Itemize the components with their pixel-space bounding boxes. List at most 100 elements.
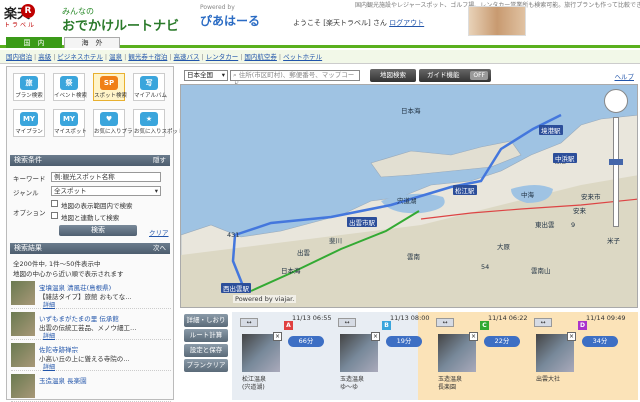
- genre-select[interactable]: 全スポット ▾: [51, 186, 161, 196]
- sidebar-item-event-search[interactable]: 祭イベント検索: [53, 73, 87, 101]
- result-item[interactable]: 玉造温泉 長楽園: [11, 372, 171, 402]
- sidebar-item-my-plan[interactable]: MY マイプラン: [13, 109, 45, 137]
- plan-clear-button[interactable]: プランクリア: [184, 359, 228, 372]
- zoom-slider-knob[interactable]: [609, 159, 623, 165]
- result-item[interactable]: 宝墳温泉 清風荘(島根県) 【雑誌タイプ】旅館 おもてな… 詳細: [11, 279, 171, 309]
- travel-time[interactable]: 34分: [582, 336, 618, 347]
- region-select[interactable]: 日本全国 ▾: [184, 70, 228, 81]
- help-link[interactable]: ヘルプ: [615, 71, 635, 81]
- map-label-place: 雲南: [407, 253, 420, 261]
- service-link[interactable]: 高速バス: [174, 53, 200, 61]
- option-map-range-checkbox[interactable]: [51, 200, 58, 207]
- sidebar-item-my-spot[interactable]: MY マイスポット: [53, 109, 87, 137]
- plan-search-icon: 旅: [20, 76, 38, 90]
- address-search-input[interactable]: ⌕ 住所(市区町村)、郵便番号、マップコード: [230, 70, 360, 88]
- clear-link[interactable]: クリア: [149, 227, 169, 237]
- marker-pin-icon: B: [382, 321, 391, 330]
- settings-save-button[interactable]: 設定と保存: [184, 344, 228, 357]
- result-thumbnail[interactable]: [11, 312, 35, 336]
- sidebar-item-spot-search[interactable]: SP スポット検索: [93, 73, 127, 101]
- map-label-place: 斐川: [329, 237, 342, 245]
- service-link[interactable]: 国内航空券: [244, 53, 277, 61]
- map-label-place: 大原: [497, 243, 510, 251]
- close-icon[interactable]: ×: [273, 332, 282, 341]
- station-label[interactable]: 中浜駅: [553, 153, 577, 163]
- pan-control[interactable]: [604, 89, 628, 113]
- zoom-slider[interactable]: [613, 117, 619, 227]
- service-link[interactable]: ペットホテル: [283, 53, 322, 61]
- result-item[interactable]: 佐陀寺跡禅宗 小高い丘の上に聳える寺院の… 詳細: [11, 341, 171, 371]
- favorite-plan-icon: ♥: [100, 112, 118, 126]
- station-label[interactable]: 境港駅: [539, 125, 563, 135]
- zoom-control[interactable]: [603, 89, 629, 239]
- sidebar-item-favorite-plan[interactable]: ♥ お気に入りプラン: [93, 109, 138, 137]
- spot-label[interactable]: 出雲大社: [536, 374, 560, 383]
- result-thumbnail[interactable]: [11, 343, 35, 367]
- move-arrow-icon[interactable]: ↔: [534, 318, 552, 327]
- result-name[interactable]: 玉造温泉 長楽園: [39, 375, 169, 385]
- service-link[interactable]: 高級: [38, 53, 51, 61]
- map-powered-by: Powered by viajar.: [233, 295, 297, 303]
- logout-link[interactable]: ログアウト: [389, 19, 424, 27]
- sidebar: 旅プラン検索祭イベント検索 SP スポット検索写マイアルバム MY マイプラン MY マイス…: [6, 66, 184, 402]
- leg-time: 11/14 06:22: [488, 314, 528, 322]
- tab-domestic[interactable]: 国 内: [6, 37, 62, 48]
- detail-bookmark-button[interactable]: 詳細・しおり: [184, 314, 228, 327]
- option-map-sync-label: 地図と連動して検索: [61, 214, 120, 222]
- move-arrow-icon[interactable]: ↔: [338, 318, 356, 327]
- region-tabs: 国 内 海 外: [0, 36, 640, 48]
- result-thumbnail[interactable]: [11, 374, 35, 398]
- service-link[interactable]: 国内宿泊: [6, 53, 32, 61]
- move-arrow-icon[interactable]: ↔: [240, 318, 258, 327]
- close-icon[interactable]: ×: [371, 332, 380, 341]
- guide-toggle[interactable]: ガイド機能 OFF: [419, 69, 491, 82]
- welcome-prefix: ようこそ: [293, 19, 321, 27]
- search-results-header: 検索結果 次へ: [10, 243, 170, 254]
- sidebar-item-plan-search[interactable]: 旅プラン検索: [13, 73, 45, 101]
- result-detail-link[interactable]: 詳細: [43, 300, 55, 309]
- service-links: 国内宿泊 | 高級 | ビジネスホテル | 温泉 | 観光券＋宿泊 | 高速バス | レンタカー | 国内航…: [0, 50, 640, 64]
- service-link[interactable]: 観光券＋宿泊: [128, 53, 167, 61]
- close-icon[interactable]: ×: [567, 332, 576, 341]
- tab-overseas[interactable]: 海 外: [64, 37, 120, 48]
- travel-time[interactable]: 22分: [484, 336, 520, 347]
- result-item[interactable]: いずもまがたまの里 伝承館 出雲の伝統工芸品、メノウ細工… 詳細: [11, 310, 171, 340]
- result-detail-link[interactable]: 詳細: [43, 331, 55, 340]
- logo-sub: トラベル: [4, 22, 37, 29]
- station-label[interactable]: 西出雲駅: [221, 283, 251, 293]
- result-order-note: 地図の中心から近い順で表示されます: [13, 270, 124, 278]
- service-link[interactable]: 温泉: [109, 53, 122, 61]
- service-link[interactable]: レンタカー: [206, 53, 239, 61]
- service-link[interactable]: ビジネスホテル: [57, 53, 103, 61]
- map-label-sea: 日本海: [281, 267, 301, 275]
- station-label[interactable]: 出雲市駅: [347, 217, 377, 227]
- my-spot-icon: MY: [60, 112, 78, 126]
- result-detail-link[interactable]: 詳細: [43, 362, 55, 371]
- keyword-input[interactable]: 例:観光スポット名称: [51, 172, 161, 182]
- spot-search-icon: SP: [100, 76, 118, 90]
- link-separator: |: [201, 53, 204, 61]
- link-separator: |: [124, 53, 127, 61]
- map-label-sea: 日本海: [401, 107, 421, 115]
- result-thumbnail[interactable]: [11, 281, 35, 305]
- station-label[interactable]: 松江駅: [453, 185, 477, 195]
- rakuten-travel-logo[interactable]: 楽天 R トラベル: [4, 3, 54, 33]
- travel-time[interactable]: 19分: [386, 336, 422, 347]
- map-search-button[interactable]: 地図検索: [370, 69, 416, 82]
- next-results-link[interactable]: 次へ: [153, 243, 166, 254]
- search-button[interactable]: 検索: [59, 225, 137, 236]
- travel-time[interactable]: 66分: [288, 336, 324, 347]
- result-description: 出雲の伝統工芸品、メノウ細工…: [39, 324, 137, 332]
- sidebar-item-my-album[interactable]: 写マイアルバム: [133, 73, 167, 101]
- route-map[interactable]: 日本海 日本海 宍道湖 中海 境港 米子 安来 出雲 雲南 斐川 大原 雲南山 …: [180, 84, 638, 308]
- close-icon[interactable]: ×: [469, 332, 478, 341]
- option-map-sync-checkbox[interactable]: [51, 212, 58, 219]
- genre-label: ジャンル: [13, 189, 39, 197]
- sidebar-item-favorite-spot[interactable]: ★ お気に入りスポット: [133, 109, 184, 137]
- partner-logo[interactable]: ぴあはーる: [200, 12, 260, 29]
- move-arrow-icon[interactable]: ↔: [436, 318, 454, 327]
- route-calc-button[interactable]: ルート計算: [184, 329, 228, 342]
- site-title[interactable]: おでかけルートナビ: [62, 15, 179, 34]
- sidebar-item-label: マイスポット: [54, 129, 87, 135]
- hide-search-link[interactable]: 隠す: [153, 155, 166, 166]
